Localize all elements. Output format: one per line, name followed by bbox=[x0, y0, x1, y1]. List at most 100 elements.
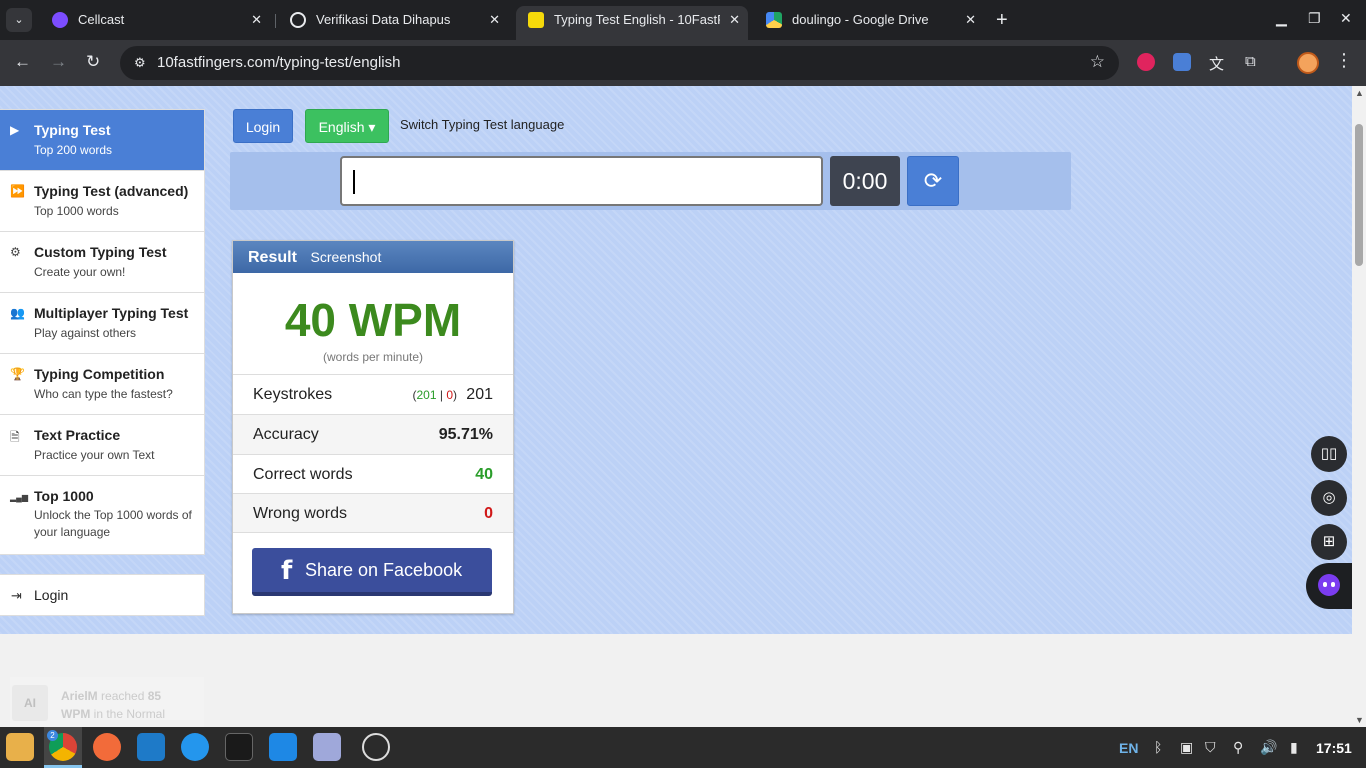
sidebar-item-custom-typing-test[interactable]: ⚙ Custom Typing Test Create your own! bbox=[0, 232, 204, 293]
keystrokes-label: Keystrokes bbox=[253, 386, 333, 403]
linux-mint-icon[interactable] bbox=[362, 733, 390, 761]
scrollbar-thumb[interactable] bbox=[1355, 124, 1363, 266]
tab-title: Typing Test English - 10FastFingers bbox=[554, 12, 720, 27]
share-facebook-button[interactable]: f Share on Facebook bbox=[252, 548, 492, 596]
result-header: Result Screenshot bbox=[233, 241, 513, 273]
avatar: AI bbox=[12, 685, 48, 721]
extensions-puzzle-icon[interactable]: ⧉ bbox=[1245, 53, 1263, 71]
site-settings-icon[interactable]: ⚙ bbox=[134, 55, 146, 71]
tab-google-drive[interactable]: doulingo - Google Drive ✕ bbox=[754, 6, 984, 36]
gears-icon: ⚙ bbox=[10, 245, 21, 259]
reload-test-button[interactable]: ⟳ bbox=[907, 156, 959, 206]
text-editor-icon[interactable] bbox=[313, 733, 341, 761]
play-icon: ▶ bbox=[10, 123, 20, 137]
sidebar-item-subtitle: Top 200 words bbox=[34, 143, 113, 157]
docker-icon[interactable] bbox=[181, 733, 209, 761]
keystrokes-detail: (201 | 0) bbox=[412, 388, 457, 402]
vscode-icon[interactable] bbox=[137, 733, 165, 761]
share-facebook-label: Share on Facebook bbox=[305, 560, 463, 580]
menu-dots-icon[interactable]: ⋮ bbox=[1335, 50, 1353, 71]
broadcast-icon[interactable]: ◎ bbox=[1311, 480, 1347, 516]
bookmark-star-icon[interactable]: ☆ bbox=[1090, 52, 1105, 72]
document-viewer-icon[interactable] bbox=[269, 733, 297, 761]
forward-icon[interactable]: → bbox=[50, 52, 67, 72]
openai-icon bbox=[290, 12, 306, 28]
sidebar-item-subtitle: Create your own! bbox=[34, 265, 126, 279]
wpm-value: 40 WPM bbox=[284, 294, 462, 346]
sidebar-item-text-practice[interactable]: 🗎 Text Practice Practice your own Text bbox=[0, 415, 204, 476]
sidebar-item-top-1000[interactable]: ▂▄▆ Top 1000 Unlock the Top 1000 words o… bbox=[0, 476, 204, 554]
sidebar-item-typing-test-advanced[interactable]: ⏩ Typing Test (advanced) Top 1000 words bbox=[0, 171, 204, 232]
close-icon[interactable]: ✕ bbox=[489, 6, 500, 34]
page-scrollbar[interactable]: ▲ ▼ bbox=[1352, 86, 1366, 727]
maximize-icon[interactable]: ❐ bbox=[1308, 10, 1321, 27]
close-icon[interactable]: ✕ bbox=[965, 6, 976, 34]
refresh-icon: ⟳ bbox=[923, 168, 943, 193]
profile-avatar[interactable] bbox=[1297, 52, 1319, 74]
text-caret bbox=[353, 170, 355, 194]
translate-icon[interactable]: 文 bbox=[1209, 53, 1227, 73]
tab-title: doulingo - Google Drive bbox=[792, 12, 929, 27]
sidebar-item-multiplayer[interactable]: 👥 Multiplayer Typing Test Play against o… bbox=[0, 293, 204, 354]
accuracy-label: Accuracy bbox=[253, 426, 319, 443]
sidebar-item-typing-test[interactable]: ▶ Typing Test Top 200 words bbox=[0, 110, 204, 171]
close-icon[interactable]: ✕ bbox=[729, 6, 740, 34]
network-icon[interactable]: ⚲ bbox=[1233, 739, 1243, 756]
url-text: 10fastfingers.com/typing-test/english bbox=[157, 54, 401, 71]
minimize-icon[interactable]: ▁ bbox=[1276, 10, 1287, 27]
tab-verifikasi[interactable]: Verifikasi Data Dihapus ✕ bbox=[278, 6, 508, 36]
accuracy-value: 95.71% bbox=[438, 426, 493, 443]
keyboard-language-indicator[interactable]: EN bbox=[1119, 740, 1138, 756]
login-button[interactable]: Login bbox=[233, 109, 293, 143]
address-bar[interactable]: ⚙ 10fastfingers.com/typing-test/english … bbox=[120, 46, 1119, 80]
volume-icon[interactable]: 🔊 bbox=[1260, 739, 1277, 756]
notification-end: in the Normal bbox=[90, 707, 166, 721]
clock[interactable]: 17:51 bbox=[1316, 740, 1352, 756]
shield-icon[interactable]: ⛉ bbox=[1205, 739, 1216, 756]
new-tab-button[interactable]: + bbox=[996, 8, 1008, 32]
clipboard-icon[interactable]: ▣ bbox=[1180, 739, 1193, 756]
typing-input[interactable] bbox=[340, 156, 823, 206]
window-count-badge: 2 bbox=[47, 730, 58, 741]
sidebar-menu: ▶ Typing Test Top 200 words ⏩ Typing Tes… bbox=[0, 109, 205, 555]
sidebar-login-link[interactable]: ⇥ Login bbox=[0, 574, 205, 616]
terminal-icon[interactable] bbox=[225, 733, 253, 761]
google-drive-icon bbox=[766, 12, 782, 28]
sidebar-item-typing-competition[interactable]: 🏆 Typing Competition Who can type the fa… bbox=[0, 354, 204, 415]
tab-typing-test[interactable]: Typing Test English - 10FastFingers ✕ bbox=[516, 6, 748, 40]
postman-icon[interactable] bbox=[93, 733, 121, 761]
activity-notification: AI ArielM reached 85 WPM in the Normal bbox=[10, 677, 204, 727]
typing-input-row: 0:00 ⟳ bbox=[230, 152, 1071, 210]
google-translate-icon[interactable] bbox=[1173, 53, 1191, 71]
extension-icon[interactable] bbox=[1137, 53, 1155, 71]
tab-title: Cellcast bbox=[78, 12, 125, 27]
fast-forward-icon: ⏩ bbox=[10, 184, 25, 198]
document-icon: 🗎 bbox=[10, 430, 20, 444]
sidebar-item-title: Typing Test bbox=[34, 122, 111, 138]
sidebar-item-title: Typing Test (advanced) bbox=[34, 183, 189, 199]
apps-grid-icon[interactable]: ⊞ bbox=[1311, 524, 1347, 560]
close-icon[interactable]: ✕ bbox=[251, 6, 262, 34]
tab-title: Verifikasi Data Dihapus bbox=[316, 12, 451, 27]
tab-search-button[interactable]: ⌄ bbox=[6, 8, 32, 32]
reload-icon[interactable]: ↻ bbox=[86, 52, 100, 72]
scroll-down-icon[interactable]: ▼ bbox=[1355, 715, 1364, 725]
screenshot-link[interactable]: Screenshot bbox=[311, 249, 382, 265]
files-icon[interactable] bbox=[6, 733, 34, 761]
tab-cellcast[interactable]: Cellcast ✕ bbox=[40, 6, 270, 36]
signal-bars-icon: ▂▄▆ bbox=[10, 493, 28, 502]
keystrokes-value: 201 bbox=[466, 386, 493, 403]
sidebar-item-subtitle: Practice your own Text bbox=[34, 448, 155, 462]
bluetooth-icon[interactable]: ᛒ bbox=[1154, 739, 1162, 755]
wpm-label: (words per minute) bbox=[322, 350, 424, 364]
scroll-up-icon[interactable]: ▲ bbox=[1355, 88, 1364, 98]
keystrokes-row: Keystrokes (201 | 0) 201 bbox=[233, 374, 513, 414]
page-content: ▶ Typing Test Top 200 words ⏩ Typing Tes… bbox=[0, 86, 1352, 727]
back-icon[interactable]: ← bbox=[14, 52, 31, 72]
language-dropdown-button[interactable]: English ▾ bbox=[305, 109, 389, 143]
facebook-icon: f bbox=[281, 556, 293, 586]
close-window-icon[interactable]: ✕ bbox=[1340, 10, 1352, 27]
battery-icon[interactable]: ▮ bbox=[1290, 739, 1298, 756]
reader-mode-icon[interactable]: ▯▯ bbox=[1311, 436, 1347, 472]
assistant-bot-button[interactable] bbox=[1306, 563, 1352, 609]
